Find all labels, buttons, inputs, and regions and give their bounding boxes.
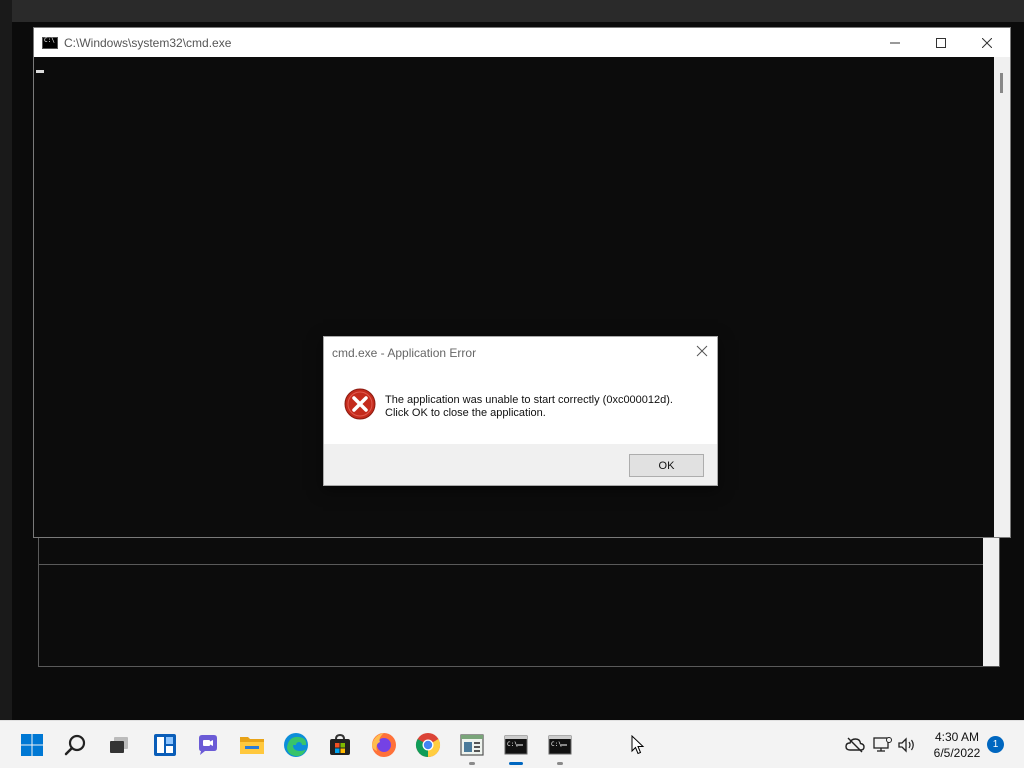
system-clock[interactable]: 4:30 AM 6/5/2022 — [924, 729, 990, 761]
active-indicator — [509, 762, 523, 765]
cloud-offline-icon — [845, 737, 865, 753]
background-window-edge — [0, 0, 12, 720]
open-indicator — [557, 762, 563, 765]
notification-badge[interactable]: 1 — [987, 736, 1004, 753]
minimize-icon — [890, 42, 900, 43]
cmd-taskbar-button-active[interactable]: C:\ — [501, 730, 531, 765]
chat-icon — [199, 735, 217, 755]
search-button[interactable] — [61, 730, 91, 760]
chrome-icon — [415, 733, 441, 757]
task-view-button[interactable] — [104, 730, 134, 760]
widgets-button[interactable] — [150, 730, 180, 760]
clock-time: 4:30 AM — [934, 730, 980, 744]
dialog-close-icon[interactable] — [695, 344, 709, 358]
store-icon — [330, 733, 350, 755]
dialog-message: The application was unable to start corr… — [385, 394, 673, 420]
background-console-scrollbar[interactable] — [983, 538, 999, 666]
folder-icon — [240, 737, 264, 754]
maximize-icon — [936, 37, 946, 48]
edge-icon — [284, 733, 308, 757]
clock-date: 6/5/2022 — [933, 746, 981, 760]
chat-button[interactable] — [193, 730, 223, 760]
dialog-message-line1: The application was unable to start corr… — [385, 394, 673, 406]
cmd-window-title: C:\Windows\system32\cmd.exe — [64, 35, 232, 50]
taskbar: C:\ C:\ 4:30 AM 6/5/2022 — [0, 720, 1024, 768]
chrome-button[interactable] — [413, 730, 443, 760]
network-button[interactable] — [872, 735, 892, 755]
background-console-divider — [39, 564, 999, 565]
app-window-icon — [460, 734, 484, 756]
file-explorer-button[interactable] — [237, 730, 267, 760]
text-cursor — [36, 70, 44, 73]
close-icon — [982, 37, 992, 48]
start-button[interactable] — [17, 730, 47, 760]
scrollbar-thumb[interactable] — [1000, 73, 1003, 93]
cmd-icon: C:\ — [548, 735, 572, 755]
cmd-icon — [42, 36, 58, 49]
edge-button[interactable] — [281, 730, 311, 760]
window-controls — [872, 28, 1010, 57]
maximize-button[interactable] — [918, 28, 964, 57]
cmd-taskbar-button[interactable]: C:\ — [545, 730, 575, 765]
open-indicator — [469, 762, 475, 765]
ok-button[interactable]: OK — [629, 454, 704, 477]
windows-logo-icon — [21, 734, 43, 756]
background-window-top — [0, 0, 1024, 22]
widgets-icon — [154, 734, 176, 756]
application-error-dialog: cmd.exe - Application Error The applicat… — [323, 336, 718, 486]
mouse-pointer-icon — [631, 735, 645, 755]
dialog-message-line2: Click OK to close the application. — [385, 407, 546, 419]
volume-icon — [898, 737, 914, 753]
console-scrollbar[interactable] — [994, 57, 1010, 537]
task-view-icon — [110, 737, 128, 753]
app-button[interactable] — [457, 730, 487, 765]
firefox-icon — [372, 733, 396, 757]
svg-text:C:\: C:\ — [507, 741, 518, 748]
onedrive-button[interactable] — [845, 735, 865, 755]
store-button[interactable] — [325, 730, 355, 760]
desktop: C:\Windows\system32\cmd.exe cmd.exe - Ap… — [0, 0, 1024, 720]
volume-button[interactable] — [897, 735, 917, 755]
cmd-icon: C:\ — [504, 735, 528, 755]
close-button[interactable] — [964, 28, 1010, 57]
firefox-button[interactable] — [369, 730, 399, 760]
cmd-titlebar[interactable]: C:\Windows\system32\cmd.exe — [34, 28, 1010, 57]
dialog-title: cmd.exe - Application Error — [332, 346, 477, 360]
minimize-button[interactable] — [872, 28, 918, 57]
dialog-footer: OK — [324, 444, 717, 485]
svg-text:C:\: C:\ — [551, 741, 562, 748]
background-console-window[interactable] — [38, 537, 1000, 667]
search-icon — [64, 734, 86, 756]
error-icon — [344, 388, 376, 420]
network-icon — [873, 737, 892, 752]
